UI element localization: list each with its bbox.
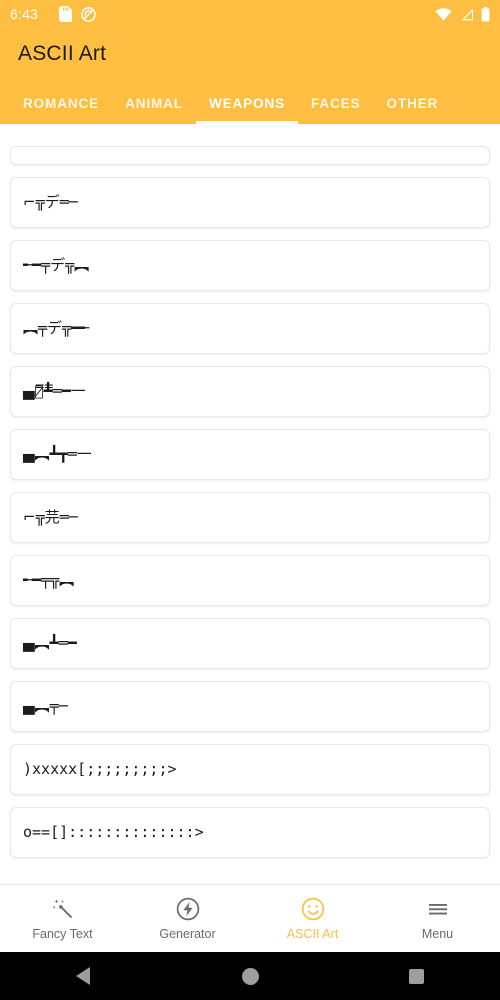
ascii-art-text: ▄︻┻┳═一	[23, 445, 92, 463]
android-recents-button[interactable]	[333, 968, 500, 984]
list-item[interactable]: ╾━╤デ╦︻	[10, 240, 490, 291]
app-bar: ASCII Art	[0, 28, 500, 82]
wifi-icon	[435, 7, 452, 21]
tab-label: OTHER	[386, 95, 439, 111]
ascii-art-text: ▄︻┻═━	[23, 634, 77, 652]
list-item[interactable]: ▄︻̷̿┻̿═━一	[10, 366, 490, 417]
nav-item-label: ASCII Art	[286, 927, 339, 941]
status-bar-clock: 6:43	[10, 6, 39, 22]
category-tab-bar[interactable]: ROMANCE ANIMAL WEAPONS FACES OTHER	[0, 82, 500, 124]
hamburger-menu-icon	[425, 896, 451, 922]
tab-label: ROMANCE	[23, 95, 100, 111]
tab-romance[interactable]: ROMANCE	[10, 82, 112, 124]
tab-faces[interactable]: FACES	[298, 82, 374, 124]
list-item[interactable]: ▄︻┻═━	[10, 618, 490, 669]
tab-label: WEAPONS	[208, 95, 286, 111]
circle-home-icon	[241, 967, 259, 985]
ascii-art-text: ╾━╤╦︻	[23, 571, 75, 589]
square-recents-icon	[409, 968, 425, 984]
app-root: 6:43 ASCII Art ROMANCE ANIMAL WEAPONS FA…	[0, 0, 500, 1000]
tab-animal[interactable]: ANIMAL	[112, 82, 196, 124]
list-item[interactable]: ︻╤デ╦━╾	[10, 303, 490, 354]
nav-item-label: Menu	[421, 927, 454, 941]
ascii-art-text: ⌐╦芫═─	[23, 508, 78, 526]
nav-item-generator[interactable]: Generator	[125, 896, 250, 941]
sd-card-icon	[59, 6, 73, 22]
ascii-art-text: )xxxxx[;;;;;;;;;>	[23, 760, 177, 778]
triangle-back-icon	[76, 967, 91, 985]
magic-wand-icon	[50, 896, 76, 922]
cell-signal-icon	[459, 8, 474, 21]
nav-item-label: Fancy Text	[32, 927, 93, 941]
status-bar: 6:43	[0, 0, 500, 28]
nav-item-ascii-art[interactable]: ASCII Art	[250, 896, 375, 941]
bottom-navigation-bar[interactable]: Fancy Text Generator ASCII Art Menu	[0, 884, 500, 952]
ascii-art-text: ⌐╦デ═─	[23, 193, 78, 211]
nav-item-menu[interactable]: Menu	[375, 896, 500, 941]
list-item[interactable]	[10, 146, 490, 165]
lightning-bolt-circle-icon	[175, 896, 201, 922]
page-title: ASCII Art	[18, 42, 107, 65]
ascii-art-text: o==[]::::::::::::::>	[23, 823, 204, 841]
nav-item-fancy-text[interactable]: Fancy Text	[0, 896, 125, 941]
android-home-button[interactable]	[167, 967, 334, 985]
ascii-art-text: ▄︻╤─	[23, 697, 68, 715]
android-back-button[interactable]	[0, 967, 167, 985]
status-bar-right	[435, 6, 490, 22]
list-item[interactable]: ╾━╤╦︻	[10, 555, 490, 606]
tab-weapons[interactable]: WEAPONS	[195, 82, 299, 124]
ascii-art-list[interactable]: ⌐╦デ═─ ╾━╤デ╦︻ ︻╤デ╦━╾ ▄︻̷̿┻̿═━一 ▄︻┻┳═一 ⌐╦芫…	[0, 146, 500, 884]
ascii-art-text: ▄︻̷̿┻̿═━一	[23, 382, 86, 400]
list-item[interactable]: o==[]::::::::::::::>	[10, 807, 490, 858]
android-navigation-bar[interactable]	[0, 952, 500, 1000]
battery-icon	[481, 6, 490, 22]
ascii-art-text: ︻╤デ╦━╾	[23, 319, 90, 337]
list-item[interactable]: )xxxxx[;;;;;;;;;>	[10, 744, 490, 795]
rotation-lock-off-icon	[81, 6, 96, 22]
nav-item-label: Generator	[159, 927, 216, 941]
tab-other[interactable]: OTHER	[374, 82, 452, 124]
ascii-art-text: ╾━╤デ╦︻	[23, 256, 90, 274]
status-bar-left: 6:43	[10, 6, 96, 22]
tab-label: ANIMAL	[125, 95, 183, 111]
list-item[interactable]: ▄︻╤─	[10, 681, 490, 732]
tab-label: FACES	[311, 95, 361, 111]
smiley-face-icon	[300, 896, 326, 922]
list-item[interactable]: ⌐╦芫═─	[10, 492, 490, 543]
list-item[interactable]: ⌐╦デ═─	[10, 177, 490, 228]
list-item[interactable]: ▄︻┻┳═一	[10, 429, 490, 480]
